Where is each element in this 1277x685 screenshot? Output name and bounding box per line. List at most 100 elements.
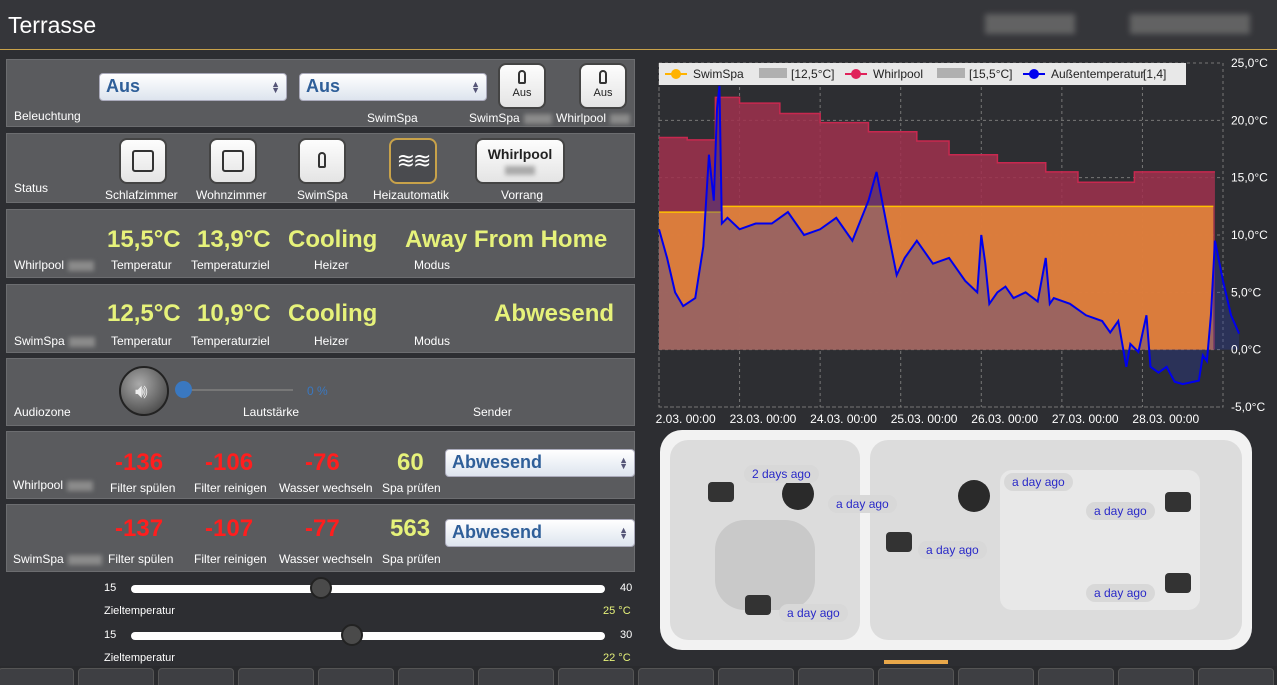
x-tick-label: 27.03. 00:00 <box>1052 412 1119 425</box>
filter-reinigen-label: Filter reinigen <box>194 481 267 495</box>
heizautomatik-button[interactable]: ≋≋ <box>389 138 437 184</box>
whirlpool-light-state: Aus <box>593 87 613 99</box>
legend-swatch-dot <box>1029 69 1039 79</box>
whirlpool-name: Whirlpool <box>14 258 95 272</box>
y-tick-label: -5,0°C <box>1231 400 1265 414</box>
whirlpool-temp: 15,5°C <box>107 226 181 253</box>
volume-track <box>183 389 293 391</box>
vorrang-label: Vorrang <box>501 188 544 202</box>
nav-button[interactable] <box>78 668 154 685</box>
y-tick-label: 10,0°C <box>1231 228 1268 242</box>
nav-button[interactable] <box>1198 668 1274 685</box>
whirlpool-light-button[interactable]: Aus <box>579 63 627 109</box>
whirlpool-away-select[interactable]: Abwesend ▲ ▼ <box>445 449 635 477</box>
chevron-updown-icon: ▲ ▼ <box>619 525 628 541</box>
nav-button[interactable] <box>718 668 794 685</box>
whirlpool-wasser-wechseln: -76 <box>305 449 340 476</box>
legend-series-name: Außentemperatur <box>1051 67 1144 81</box>
x-tick-label: 26.03. 00:00 <box>971 412 1038 425</box>
filter-spuelen-label: Filter spülen <box>110 481 176 495</box>
speaker-button[interactable]: 🔊︎ <box>119 366 169 416</box>
whirlpool-light-label: Whirlpool <box>556 111 631 125</box>
nav-button[interactable] <box>238 668 314 685</box>
slider2-thumb[interactable] <box>341 624 364 646</box>
wohnzimmer-button[interactable] <box>209 138 257 184</box>
swimspa-temp-label: Temperatur <box>111 334 172 348</box>
swimspa-filter-reinigen: -107 <box>205 515 254 542</box>
temperature-chart-svg: 25,0°C 20,0°C 15,0°C 10,0°C 5,0°C 0,0°C -5,0°C… <box>649 56 1268 426</box>
pump-icon <box>708 482 734 502</box>
lighting-select-2[interactable]: Aus ▲ ▼ <box>299 73 487 101</box>
lighting-select-1[interactable]: Aus ▲ ▼ <box>99 73 287 101</box>
swimspa-filter-panel: -137 -107 -77 563 Abwesend ▲ ▼ SwimSpa Fi… <box>6 504 635 572</box>
swimspa-spa-pruefen: 563 <box>390 515 431 542</box>
bulb-icon <box>518 70 526 84</box>
swimspa-light-state: Aus <box>512 87 532 99</box>
slider2-label: Zieltemperatur <box>104 652 175 664</box>
whirlpool-spa-pruefen: 60 <box>397 449 424 476</box>
nav-button[interactable] <box>478 668 554 685</box>
slider1-track[interactable] <box>131 585 605 593</box>
lighting-select-2-label: SwimSpa <box>367 111 418 125</box>
slider1-min: 15 <box>104 582 117 594</box>
slider1-thumb[interactable] <box>309 577 332 599</box>
pump-status-tag: a day ago <box>1086 502 1155 520</box>
nav-button[interactable] <box>1038 668 1114 685</box>
volume-thumb[interactable] <box>175 381 192 398</box>
legend-swatch-dot <box>851 69 861 79</box>
whirlpool-vorrang-button[interactable]: Whirlpool <box>475 138 565 184</box>
swimspa-status-button[interactable] <box>298 138 346 184</box>
spa-pruefen-label: Spa prüfen <box>382 481 441 495</box>
audiozone-label: Audiozone <box>14 405 71 419</box>
y-tick-label: 5,0°C <box>1231 285 1261 299</box>
volume-slider[interactable] <box>175 381 293 398</box>
legend-series-value: [15,5°C] <box>969 67 1013 81</box>
swimspa-away-select[interactable]: Abwesend ▲ ▼ <box>445 519 635 547</box>
nav-button[interactable] <box>878 668 954 685</box>
nav-button[interactable] <box>318 668 394 685</box>
swimspa-light-button[interactable]: Aus <box>498 63 546 109</box>
nav-button[interactable] <box>958 668 1034 685</box>
slider2-min: 15 <box>104 629 117 641</box>
nav-button[interactable] <box>558 668 634 685</box>
y-tick-label: 25,0°C <box>1231 56 1268 70</box>
chevron-updown-icon: ▲ ▼ <box>471 79 480 95</box>
swimspa-info-panel: 12,5°C 10,9°C Cooling Abwesend SwimSpa T… <box>6 284 635 353</box>
whirlpool-filter-name: Whirlpool <box>13 478 94 492</box>
heizautomatik-label: Heizautomatik <box>373 188 450 202</box>
pump-status-tag: a day ago <box>1086 584 1155 602</box>
nav-button[interactable] <box>1118 668 1194 685</box>
whirlpool-filter-reinigen: -106 <box>205 449 254 476</box>
nav-active-indicator <box>884 660 948 664</box>
y-tick-label: 0,0°C <box>1231 343 1261 357</box>
wasser-wechseln-label: Wasser wechseln <box>279 481 373 495</box>
schlafzimmer-button[interactable] <box>119 138 167 184</box>
swimspa-mode: Abwesend <box>494 300 615 327</box>
pump-status-tag: a day ago <box>918 541 987 559</box>
nav-button[interactable] <box>638 668 714 685</box>
heat-waves-icon: ≋≋ <box>396 148 432 173</box>
pump-status-tag: a day ago <box>1004 473 1073 491</box>
whirlpool-heater-label: Heizer <box>314 258 349 272</box>
x-tick-label: 23.03. 00:00 <box>730 412 797 425</box>
whirlpool-info-panel: 15,5°C 13,9°C Cooling Away From Home Whi… <box>6 209 635 278</box>
nav-button[interactable] <box>398 668 474 685</box>
chevron-updown-icon: ▲ ▼ <box>271 79 280 95</box>
legend-series-name: SwimSpa <box>693 67 744 81</box>
pump-status-tag: a day ago <box>828 495 897 513</box>
pump-icon <box>1165 573 1191 593</box>
whirlpool-heater: Cooling <box>288 226 378 253</box>
nav-button[interactable] <box>798 668 874 685</box>
swimspa-heater: Cooling <box>288 300 378 327</box>
nav-button[interactable] <box>158 668 234 685</box>
slider1-value: 25 °C <box>603 605 631 617</box>
slider2-track[interactable] <box>131 632 605 640</box>
x-tick-label: 25.03. 00:00 <box>891 412 958 425</box>
status-label: Status <box>14 181 49 195</box>
nav-button[interactable] <box>0 668 74 685</box>
date-display <box>1130 14 1250 34</box>
time-display <box>985 14 1075 34</box>
lighting-panel: Beleuchtung Aus ▲ ▼ Aus ▲ ▼ SwimSpa Aus Sw… <box>6 59 635 127</box>
whirlpool-mode-label: Modus <box>414 258 451 272</box>
lighting-select-1-value: Aus <box>106 76 141 96</box>
